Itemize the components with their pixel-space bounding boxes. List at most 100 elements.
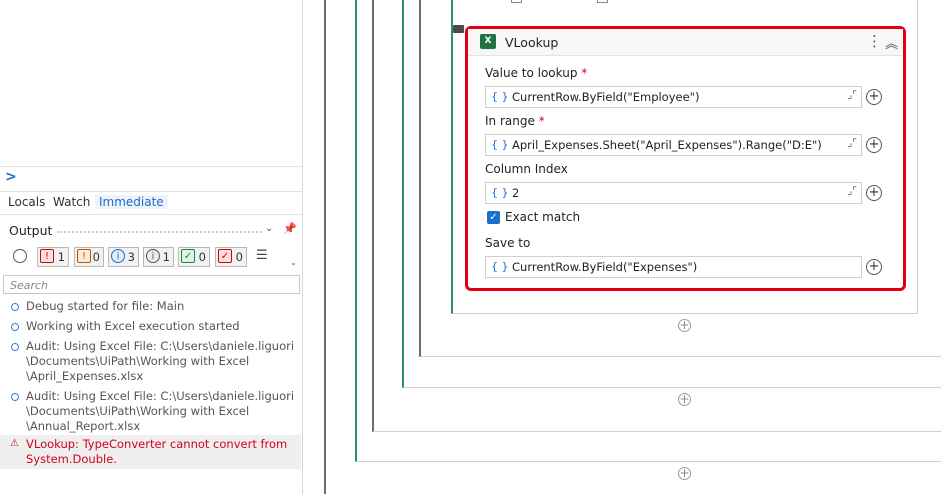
success-count: 0 [198,250,206,264]
output-search [3,275,300,294]
tab-locals[interactable]: Locals [8,195,45,209]
check-icon: ✓ [181,249,195,263]
checkbox-partial[interactable] [511,0,522,3]
field-value: April_Expenses.Sheet("April_Expenses").R… [512,138,822,152]
container-border [372,0,374,432]
output-header: Output ⌄ 📌 [0,220,302,242]
field-value: CurrentRow.ByField("Expenses") [512,260,698,274]
error-icon: ! [40,249,54,263]
column-index-label: Column Index [485,162,568,176]
expand-editor-icon[interactable]: ⌟⌜ [848,138,857,149]
errors-count: 1 [57,250,65,264]
list-options-icon[interactable]: ☰ [256,248,268,263]
activity-title: VLookup [505,35,559,50]
expression-icon: { } [491,138,509,151]
more-options-icon[interactable]: ⋮ [867,32,882,50]
warning-icon: ! [77,249,91,263]
info-icon [11,343,19,351]
container-border [451,0,453,314]
filter-trace[interactable]: i 1 [143,247,174,267]
filter-warnings[interactable]: ! 0 [74,247,104,267]
immediate-input[interactable]: > [0,166,302,191]
tab-watch[interactable]: Watch [53,195,90,209]
filter-info[interactable]: i 3 [108,247,139,267]
info-count: 3 [127,250,135,264]
exact-match-label: Exact match [505,210,581,224]
log-text: Audit: Using Excel File: C:\Users\daniel… [26,339,295,353]
drag-grip-icon[interactable] [453,25,464,33]
clock-icon[interactable] [13,249,27,263]
in-range-field[interactable]: { } April_Expenses.Sheet("April_Expenses… [485,134,862,156]
container-border [355,0,357,462]
filter-success[interactable]: ✓ 0 [178,247,210,267]
log-item[interactable]: Audit: Using Excel File: C:\Users\daniel… [0,388,301,435]
activity-header[interactable]: X VLookup ⋮ ︽ [468,29,903,56]
trace-icon: i [146,249,160,263]
value-to-lookup-field[interactable]: { } CurrentRow.ByField("Employee") ⌟⌜ [485,86,862,108]
expression-icon: { } [491,90,509,103]
trace-count: 1 [162,250,170,264]
prompt-glyph: > [5,169,17,185]
log-item[interactable]: Audit: Using Excel File: C:\Users\daniel… [0,338,301,388]
log-text: Working with Excel execution started [26,319,240,333]
column-index-field[interactable]: { } 2 ⌟⌜ [485,182,862,204]
log-item[interactable]: Debug started for file: Main [0,298,301,318]
in-range-label: In range * [485,114,545,128]
container-border [420,356,941,357]
plus-menu-icon[interactable]: + [866,259,882,275]
overflow-chevron-icon[interactable]: ⌄ [290,258,297,267]
save-to-field[interactable]: { } CurrentRow.ByField("Expenses") [485,256,862,278]
container-border [356,461,941,462]
field-value: 2 [512,186,520,200]
container-border [373,431,941,432]
container-border [324,0,326,494]
log-item[interactable]: Working with Excel execution started [0,318,301,338]
failed-check-icon: ✓ [218,249,232,263]
add-activity-button[interactable]: + [678,393,691,406]
tab-immediate[interactable]: Immediate [95,195,168,209]
container-border [403,387,941,388]
plus-menu-icon[interactable]: + [866,89,882,105]
filter-failed[interactable]: ✓ 0 [215,247,247,267]
value-to-lookup-label: Value to lookup * [485,66,588,80]
pin-icon[interactable]: 📌 [283,222,297,235]
output-title: Output [9,223,53,238]
failed-count: 0 [235,250,243,264]
vlookup-activity-card[interactable]: X VLookup ⋮ ︽ Value to lookup * { } Curr… [465,26,906,291]
info-icon: i [111,249,125,263]
plus-menu-icon[interactable]: + [866,137,882,153]
warnings-count: 0 [92,250,100,264]
log-text: VLookup: TypeConverter cannot convert fr… [26,437,288,451]
container-border [402,0,404,388]
debug-tabs: Locals Watch Immediate [0,191,302,215]
add-activity-button[interactable]: + [678,467,691,480]
container-border [452,313,918,314]
collapse-icon[interactable]: ︽ [885,33,898,52]
checkbox-partial[interactable] [597,0,608,3]
exact-match-checkbox[interactable]: ✓ [487,211,500,224]
expression-icon: { } [491,260,509,273]
log-text: Audit: Using Excel File: C:\Users\daniel… [26,389,295,403]
search-input[interactable] [8,277,292,294]
debug-panel: > Locals Watch Immediate Output ⌄ 📌 ! 1 … [0,0,303,494]
log-text: \Documents\UiPath\Working with Excel [26,354,250,368]
plus-menu-icon[interactable]: + [866,185,882,201]
container-border [917,0,918,314]
field-value: CurrentRow.ByField("Employee") [512,90,700,104]
excel-icon: X [480,34,496,49]
filter-errors[interactable]: ! 1 [37,247,69,267]
info-icon [11,323,19,331]
log-item-error[interactable]: ⚠ VLookup: TypeConverter cannot convert … [0,435,301,469]
drag-handle[interactable] [57,231,262,233]
expression-icon: { } [491,186,509,199]
immediate-window[interactable] [0,0,302,166]
log-text: System.Double. [26,452,117,466]
container-border [419,0,421,357]
add-activity-button[interactable]: + [678,319,691,332]
save-to-label: Save to [485,236,531,250]
expand-editor-icon[interactable]: ⌟⌜ [848,186,857,197]
expand-editor-icon[interactable]: ⌟⌜ [848,90,857,101]
chevron-down-icon[interactable]: ⌄ [265,223,273,234]
info-icon [11,303,19,311]
info-icon [11,393,19,401]
